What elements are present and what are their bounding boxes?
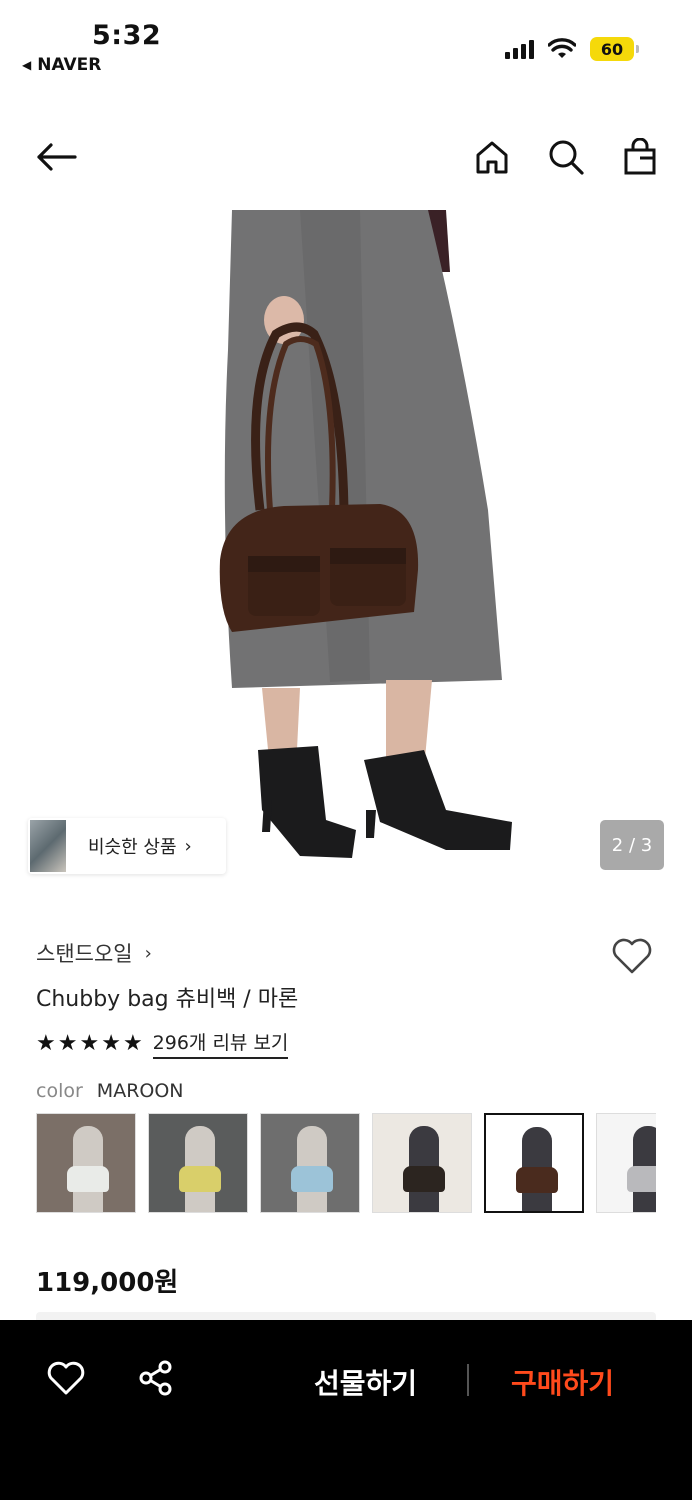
color-value: MAROON [96,1080,184,1102]
color-swatch[interactable] [260,1113,360,1213]
home-icon [476,141,508,174]
battery-icon: 60 [590,37,639,61]
search-icon [549,140,584,175]
chevron-right-icon: › [144,942,152,964]
star-icon: ★ [101,1030,121,1056]
heart-icon [47,1361,85,1395]
swatch-bag [403,1166,445,1192]
swatch-bag [67,1166,109,1192]
battery-level: 60 [600,39,624,59]
star-icon: ★ [36,1030,56,1056]
similar-products-thumbnail [30,820,66,872]
color-key: color [36,1080,83,1102]
button-divider [467,1364,469,1396]
color-swatch[interactable] [596,1113,656,1213]
review-link[interactable]: 296개 리뷰 보기 [152,1028,289,1059]
shopping-bag-icon [624,138,656,175]
back-triangle-icon: ◀ [22,58,32,72]
swatch-bag [516,1167,558,1193]
shopping-bag-button[interactable] [618,135,662,179]
back-button[interactable] [34,135,78,179]
swatch-bag [291,1166,333,1192]
share-button[interactable] [134,1356,178,1400]
similar-products-button[interactable]: 비슷한 상품 › [28,818,226,874]
product-price: 119,000원 [36,1268,179,1298]
color-swatch[interactable] [484,1113,584,1213]
chevron-right-icon: › [184,835,192,857]
back-app-label: NAVER [37,55,102,75]
search-button[interactable] [544,135,588,179]
buy-button[interactable]: 구매하기 [511,1362,614,1402]
gift-button[interactable]: 선물하기 [314,1362,417,1402]
home-button[interactable] [470,135,514,179]
color-swatch-list [36,1113,656,1215]
image-pager: 2 / 3 [600,820,664,870]
swatch-bag [627,1166,656,1192]
star-icon: ★ [57,1030,78,1056]
back-to-app[interactable]: ◀ NAVER [22,55,101,75]
similar-products-label: 비슷한 상품 [88,837,177,858]
color-swatch[interactable] [36,1113,136,1213]
status-icons: 60 [505,37,639,61]
status-bar: 5:32 ◀ NAVER 60 [0,0,692,90]
share-icon [139,1360,172,1396]
product-photo [219,210,512,858]
star-rating: ★ ★ ★ ★ ★ [36,1030,143,1056]
color-swatch[interactable] [148,1113,248,1213]
color-row: color MAROON [36,1080,184,1102]
swatch-bag [179,1166,221,1192]
star-icon: ★ [122,1030,143,1056]
status-time: 5:32 [92,20,162,51]
back-arrow-icon [37,143,77,171]
section-divider [36,1312,656,1320]
cellular-signal-icon [505,39,534,59]
wishlist-button[interactable] [610,936,654,980]
wifi-icon [548,38,576,58]
top-navigation [0,125,692,189]
brand-name: 스탠드오일 [36,942,133,966]
product-image-carousel[interactable]: 비슷한 상품 › 2 / 3 [0,210,692,900]
product-title: Chubby bag 츄비백 / 마론 [36,987,299,1012]
bottom-wishlist-button[interactable] [44,1356,88,1400]
bottom-action-bar: 선물하기 구매하기 [0,1320,692,1500]
heart-icon [612,938,652,974]
color-swatch[interactable] [372,1113,472,1213]
brand-link[interactable]: 스탠드오일 › [36,938,152,968]
rating-row: ★ ★ ★ ★ ★ 296개 리뷰 보기 [36,1028,289,1059]
star-icon: ★ [79,1030,100,1056]
